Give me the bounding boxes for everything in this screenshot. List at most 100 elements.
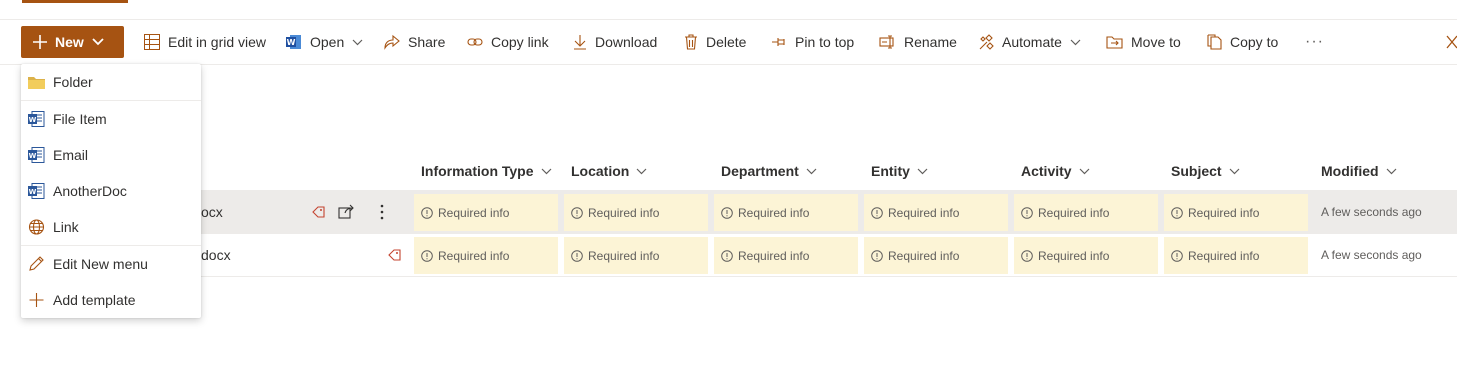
delete-label: Delete — [706, 34, 747, 50]
required-info-cell[interactable]: Required info — [864, 194, 1008, 231]
menu-item-folder[interactable]: Folder — [21, 65, 201, 99]
table-row[interactable]: docx Required info Required info Require… — [201, 234, 1457, 276]
column-header-modified[interactable]: Modified — [1321, 160, 1397, 182]
chevron-down-icon — [1229, 168, 1240, 174]
required-info-cell[interactable]: Required info — [414, 237, 558, 274]
info-icon — [1021, 249, 1033, 262]
more-options-button[interactable]: ··· — [1305, 26, 1324, 58]
column-header-activity[interactable]: Activity — [1021, 160, 1090, 182]
menu-divider — [21, 100, 201, 101]
info-icon — [1171, 249, 1183, 262]
share-label: Share — [408, 34, 446, 50]
column-header-label: Activity — [1021, 163, 1072, 179]
modified-value: A few seconds ago — [1321, 205, 1422, 219]
required-info-cell[interactable]: Required info — [564, 237, 708, 274]
download-icon — [574, 35, 586, 50]
edit-grid-view-button[interactable]: Edit in grid view — [144, 26, 266, 58]
column-header-location[interactable]: Location — [571, 160, 647, 182]
chevron-down-icon — [806, 168, 817, 174]
menu-item-edit-new-menu[interactable]: Edit New menu — [21, 247, 201, 281]
pencil-icon — [29, 256, 44, 271]
divider — [201, 276, 1457, 277]
edit-grid-view-label: Edit in grid view — [168, 34, 267, 50]
table-row[interactable]: ocx Required info Required info Required… — [201, 191, 1457, 233]
column-header-label: Modified — [1321, 163, 1379, 179]
cell-text: Required info — [1188, 248, 1260, 263]
rename-label: Rename — [904, 34, 957, 50]
plus-icon — [33, 35, 47, 49]
rename-button[interactable]: Rename — [879, 26, 957, 58]
menu-item-email[interactable]: W Email — [21, 138, 201, 172]
share-icon[interactable] — [338, 204, 355, 219]
move-to-label: Move to — [1131, 34, 1181, 50]
column-header-label: Location — [571, 163, 630, 179]
cell-text: Required info — [1038, 205, 1110, 220]
download-button[interactable]: Download — [573, 26, 657, 58]
cell-text: Required info — [438, 248, 510, 263]
required-info-cell[interactable]: Required info — [714, 237, 858, 274]
open-button[interactable]: W Open — [286, 26, 363, 58]
move-to-button[interactable]: Move to — [1106, 26, 1181, 58]
chevron-down-icon — [1386, 168, 1396, 174]
svg-text:W: W — [287, 38, 296, 47]
required-info-cell[interactable]: Required info — [1014, 237, 1158, 274]
cell-text: Required info — [1038, 248, 1110, 263]
menu-item-add-template[interactable]: Add template — [21, 283, 201, 317]
required-info-cell[interactable]: Required info — [1164, 194, 1308, 231]
tag-icon[interactable] — [312, 205, 326, 219]
menu-divider — [21, 245, 201, 246]
pin-icon — [772, 38, 785, 46]
automate-button[interactable]: Automate — [978, 26, 1081, 58]
required-info-cell[interactable]: Required info — [414, 194, 558, 231]
copy-icon — [1207, 34, 1222, 50]
info-icon — [721, 249, 733, 262]
info-icon — [871, 206, 883, 219]
new-button[interactable]: New — [21, 26, 124, 58]
column-header-entity[interactable]: Entity — [871, 160, 928, 182]
close-icon[interactable] — [1446, 34, 1457, 50]
menu-item-label: Email — [53, 147, 89, 163]
menu-item-file-item[interactable]: W File Item — [21, 102, 201, 136]
menu-item-anotherdoc[interactable]: W AnotherDoc — [21, 174, 201, 208]
menu-item-link[interactable]: Link — [21, 210, 201, 244]
required-info-cell[interactable]: Required info — [714, 194, 858, 231]
share-button[interactable]: Share — [384, 26, 445, 58]
download-label: Download — [595, 34, 658, 50]
column-header-information-type[interactable]: Information Type — [421, 160, 552, 182]
required-info-cell[interactable]: Required info — [864, 237, 1008, 274]
info-icon — [571, 206, 583, 219]
menu-item-label: Add template — [53, 292, 136, 308]
copy-to-button[interactable]: Copy to — [1207, 26, 1278, 58]
pin-to-top-button[interactable]: Pin to top — [771, 26, 854, 58]
pin-to-top-label: Pin to top — [795, 34, 855, 50]
file-name[interactable]: ocx — [201, 191, 223, 233]
file-name[interactable]: docx — [201, 234, 231, 276]
cell-text: Required info — [438, 205, 510, 220]
delete-button[interactable]: Delete — [684, 26, 746, 58]
cell-text: Required info — [588, 205, 660, 220]
tag-icon[interactable] — [388, 248, 402, 262]
chevron-down-icon — [917, 168, 928, 174]
svg-text:W: W — [29, 188, 37, 196]
link-icon — [467, 38, 483, 46]
cell-text: Required info — [888, 248, 960, 263]
open-label: Open — [310, 34, 345, 50]
info-icon — [721, 206, 733, 219]
word-doc-icon: W — [28, 183, 45, 199]
chevron-down-icon — [636, 168, 647, 174]
info-icon — [421, 206, 433, 219]
info-icon — [1021, 206, 1033, 219]
svg-text:W: W — [29, 116, 37, 124]
required-info-cell[interactable]: Required info — [1014, 194, 1158, 231]
more-vertical-icon[interactable] — [380, 204, 384, 220]
column-header-subject[interactable]: Subject — [1171, 160, 1240, 182]
trash-icon — [685, 34, 697, 50]
chevron-down-icon — [92, 38, 104, 46]
column-header-department[interactable]: Department — [721, 160, 817, 182]
copy-link-button[interactable]: Copy link — [467, 26, 549, 58]
required-info-cell[interactable]: Required info — [1164, 237, 1308, 274]
chevron-down-icon — [352, 39, 363, 45]
divider — [0, 64, 1457, 65]
word-icon: W — [286, 35, 301, 49]
required-info-cell[interactable]: Required info — [564, 194, 708, 231]
